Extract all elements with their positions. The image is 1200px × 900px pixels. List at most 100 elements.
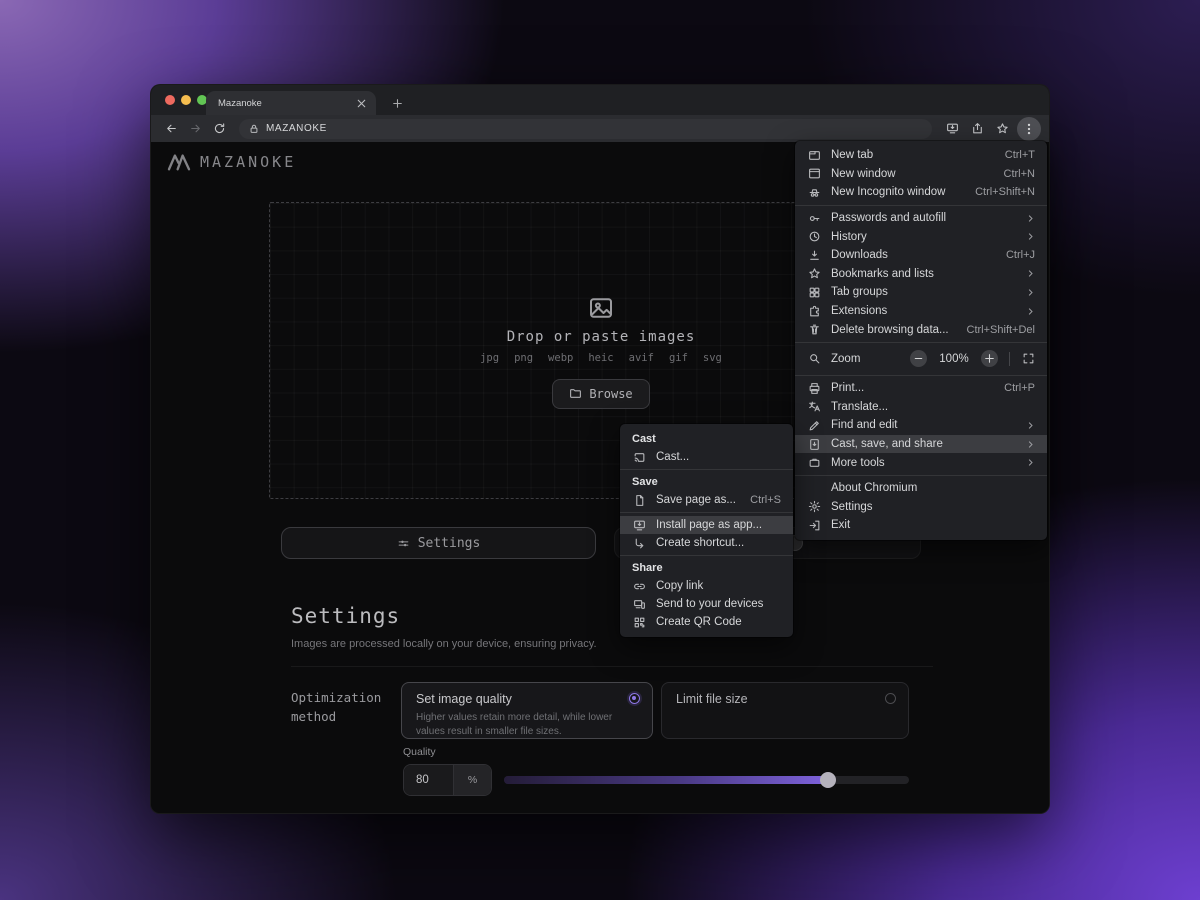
download-icon <box>807 248 821 262</box>
menu-item-more-tools[interactable]: More tools <box>795 453 1047 472</box>
tab-bar: Mazanoke <box>151 85 1049 115</box>
menu-item-new-incognito-window[interactable]: New Incognito windowCtrl+Shift+N <box>795 183 1047 202</box>
menu-item-new-tab[interactable]: New tabCtrl+T <box>795 146 1047 165</box>
radio-unselected[interactable] <box>885 693 896 704</box>
option-set-image-quality[interactable]: Set image quality Higher values retain m… <box>401 682 653 739</box>
menu-item-extensions[interactable]: Extensions <box>795 302 1047 321</box>
quality-input[interactable]: 80 % <box>403 764 492 796</box>
tab-close-icon[interactable] <box>354 96 368 110</box>
install-page-icon[interactable] <box>942 118 963 139</box>
menu-item-save-page-as[interactable]: Save page as...Ctrl+S <box>620 491 793 509</box>
menu-item-history[interactable]: History <box>795 227 1047 246</box>
menu-item-bookmarks-and-lists[interactable]: Bookmarks and lists <box>795 265 1047 284</box>
extensions-icon <box>807 304 821 318</box>
window-close-button[interactable] <box>165 95 175 105</box>
format-chip: avif <box>629 352 654 364</box>
menu-item-create-qr-code[interactable]: Create QR Code <box>620 613 793 631</box>
menu-item-label: Exit <box>831 519 1035 531</box>
menu-item-create-shortcut[interactable]: Create shortcut... <box>620 534 793 552</box>
chevron-right-icon <box>1025 213 1035 223</box>
radio-selected[interactable] <box>629 693 640 704</box>
option-limit-file-size[interactable]: Limit file size <box>661 682 909 739</box>
menu-separator <box>795 375 1047 376</box>
menu-separator <box>795 342 1047 343</box>
create-shortcut-icon <box>632 536 646 550</box>
menu-item-translate[interactable]: Translate... <box>795 398 1047 417</box>
settings-section-title: Settings <box>291 604 400 628</box>
menu-item-label: About Chromium <box>831 482 1035 494</box>
browser-tab[interactable]: Mazanoke <box>206 91 376 115</box>
forward-icon[interactable] <box>184 118 206 140</box>
menu-item-label: Print... <box>831 382 1004 394</box>
quality-value[interactable]: 80 <box>404 765 453 795</box>
browser-menu-button[interactable] <box>1017 117 1041 141</box>
menu-item-send-to-your-devices[interactable]: Send to your devices <box>620 595 793 613</box>
chevron-right-icon <box>1025 269 1035 279</box>
browse-button[interactable]: Browse <box>552 379 649 409</box>
menu-item-cast-save-and-share[interactable]: Cast, save, and share <box>795 435 1047 454</box>
zoom-out-button[interactable] <box>910 350 927 367</box>
menu-separator <box>620 512 793 513</box>
menu-item-label: Downloads <box>831 249 1006 261</box>
menu-item-label: Zoom <box>831 353 910 365</box>
menu-item-shortcut: Ctrl+J <box>1006 249 1035 261</box>
menu-section-header-share: Share <box>620 559 793 577</box>
new-tab-icon[interactable] <box>387 93 407 113</box>
settings-button[interactable]: Settings <box>281 527 596 559</box>
fullscreen-icon[interactable] <box>1021 352 1035 366</box>
menu-item-label: New Incognito window <box>831 186 975 198</box>
menu-item-shortcut: Ctrl+N <box>1004 168 1035 180</box>
menu-item-tab-groups[interactable]: Tab groups <box>795 283 1047 302</box>
option-title: Set image quality <box>416 692 638 706</box>
menu-item-install-page-as-app[interactable]: Install page as app... <box>620 516 793 534</box>
cast-save-share-submenu: CastCast...SaveSave page as...Ctrl+SInst… <box>620 424 793 637</box>
zoom-level-value: 100% <box>933 353 975 365</box>
menu-item-label: Extensions <box>831 305 1025 317</box>
menu-separator <box>620 555 793 556</box>
menu-item-label: Create shortcut... <box>656 537 781 549</box>
zoom-divider <box>1009 352 1010 366</box>
slider-thumb[interactable] <box>820 772 836 788</box>
back-icon[interactable] <box>160 118 182 140</box>
cast-save-share-icon <box>807 437 821 451</box>
share-icon[interactable] <box>967 118 988 139</box>
menu-item-label: Send to your devices <box>656 598 781 610</box>
zoom-in-button[interactable] <box>981 350 998 367</box>
window-minimize-button[interactable] <box>181 95 191 105</box>
more-tools-icon <box>807 456 821 470</box>
star-icon <box>807 267 821 281</box>
menu-item-label: Translate... <box>831 401 1035 413</box>
address-bar[interactable]: MAZANOKE <box>239 119 932 139</box>
menu-item-label: More tools <box>831 457 1025 469</box>
menu-item-label: Cast, save, and share <box>831 438 1025 450</box>
menu-section-header-cast: Cast <box>620 430 793 448</box>
qr-code-icon <box>632 615 646 629</box>
chevron-right-icon <box>1025 458 1035 468</box>
menu-item-about-chromium[interactable]: About Chromium <box>795 479 1047 498</box>
menu-item-print[interactable]: Print...Ctrl+P <box>795 379 1047 398</box>
menu-item-shortcut: Ctrl+S <box>750 494 781 506</box>
chevron-right-icon <box>1025 306 1035 316</box>
format-chip: heic <box>588 352 613 364</box>
bookmark-star-icon[interactable] <box>992 118 1013 139</box>
slider-fill <box>504 776 828 784</box>
menu-item-delete-browsing-data[interactable]: Delete browsing data...Ctrl+Shift+Del <box>795 320 1047 339</box>
menu-item-find-and-edit[interactable]: Find and edit <box>795 416 1047 435</box>
find-edit-icon <box>807 418 821 432</box>
reload-icon[interactable] <box>208 118 230 140</box>
menu-item-new-window[interactable]: New windowCtrl+N <box>795 165 1047 184</box>
menu-item-settings[interactable]: Settings <box>795 498 1047 517</box>
menu-item-passwords-and-autofill[interactable]: Passwords and autofill <box>795 209 1047 228</box>
menu-item-shortcut: Ctrl+Shift+N <box>975 186 1035 198</box>
menu-item-cast[interactable]: Cast... <box>620 448 793 466</box>
quality-slider[interactable] <box>504 776 909 784</box>
url-text: MAZANOKE <box>266 123 327 134</box>
menu-item-copy-link[interactable]: Copy link <box>620 577 793 595</box>
menu-item-downloads[interactable]: DownloadsCtrl+J <box>795 246 1047 265</box>
menu-separator <box>795 475 1047 476</box>
format-chip: png <box>514 352 533 364</box>
menu-item-exit[interactable]: Exit <box>795 516 1047 535</box>
menu-item-zoom[interactable]: Zoom 100% <box>795 346 1047 372</box>
menu-item-label: Bookmarks and lists <box>831 268 1025 280</box>
chevron-right-icon <box>1025 420 1035 430</box>
